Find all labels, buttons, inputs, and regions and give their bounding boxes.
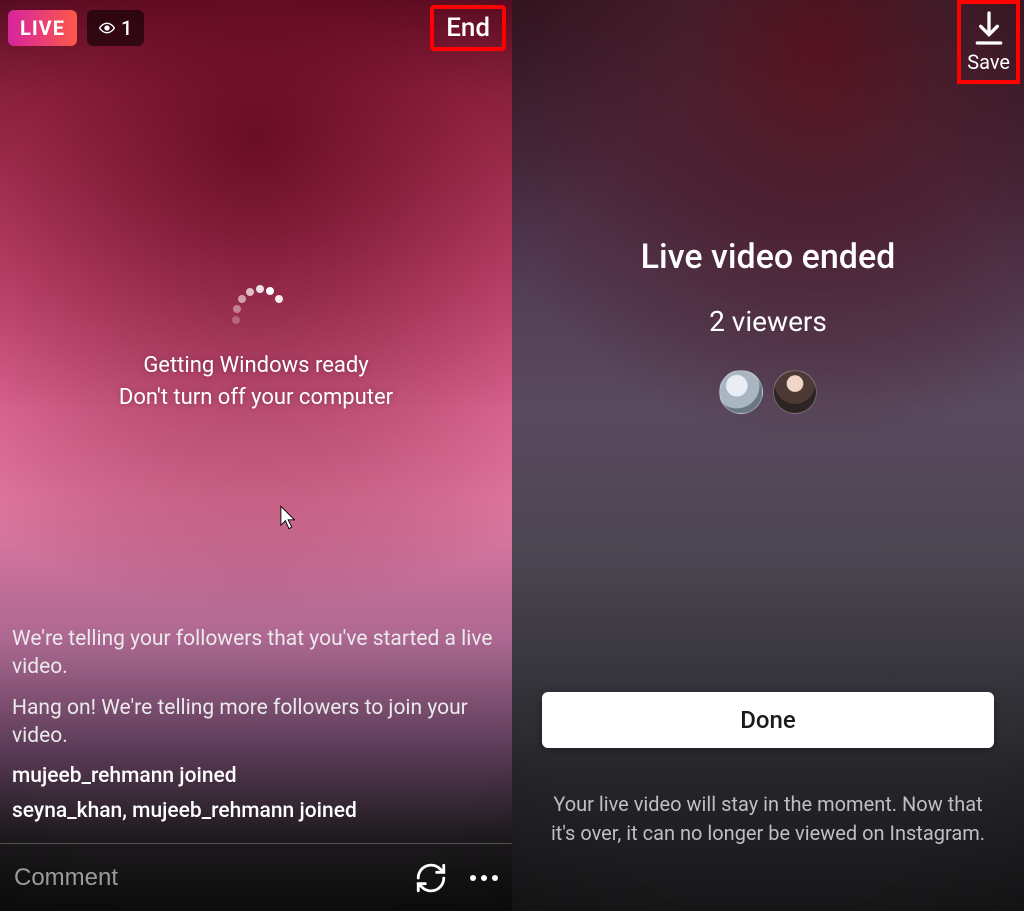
status-message: Hang on! We're telling more followers to…: [12, 694, 500, 751]
switch-camera-icon[interactable]: [414, 861, 448, 895]
status-message: We're telling your followers that you've…: [12, 625, 500, 682]
live-status-feed: We're telling your followers that you've…: [12, 625, 500, 825]
joined-notification: seyna_khan, mujeeb_rehmann joined: [12, 797, 500, 825]
comment-input[interactable]: [14, 864, 396, 892]
live-top-bar: LIVE 1 End: [8, 6, 504, 50]
more-options-icon[interactable]: [470, 875, 498, 881]
ended-title: Live video ended: [512, 237, 1024, 277]
loading-spinner-icon: [226, 285, 286, 345]
joined-notification: mujeeb_rehmann joined: [12, 762, 500, 790]
end-button[interactable]: End: [432, 7, 504, 49]
download-icon: [969, 8, 1009, 48]
viewer-avatars: [512, 370, 1024, 414]
done-button[interactable]: Done: [542, 692, 994, 748]
os-message-line1: Getting Windows ready: [0, 350, 512, 382]
eye-icon: [99, 20, 115, 36]
avatar[interactable]: [719, 370, 763, 414]
os-message-line2: Don't turn off your computer: [0, 382, 512, 414]
save-label: Save: [967, 50, 1010, 74]
viewer-count-badge[interactable]: 1: [87, 10, 144, 46]
vignette: [512, 0, 1024, 911]
ended-viewer-count: 2 viewers: [512, 305, 1024, 338]
viewer-count-value: 1: [121, 16, 132, 40]
save-button[interactable]: Save: [959, 2, 1018, 82]
live-badge: LIVE: [8, 10, 77, 46]
background-os-message: Getting Windows ready Don't turn off you…: [0, 350, 512, 414]
mouse-cursor-icon: [280, 505, 298, 531]
comment-bar: [0, 843, 512, 911]
ended-screen: Save Live video ended 2 viewers Done You…: [512, 0, 1024, 911]
ended-footnote: Your live video will stay in the moment.…: [546, 790, 990, 848]
live-screen: LIVE 1 End Getting Windows ready Don't t…: [0, 0, 512, 911]
avatar[interactable]: [773, 370, 817, 414]
